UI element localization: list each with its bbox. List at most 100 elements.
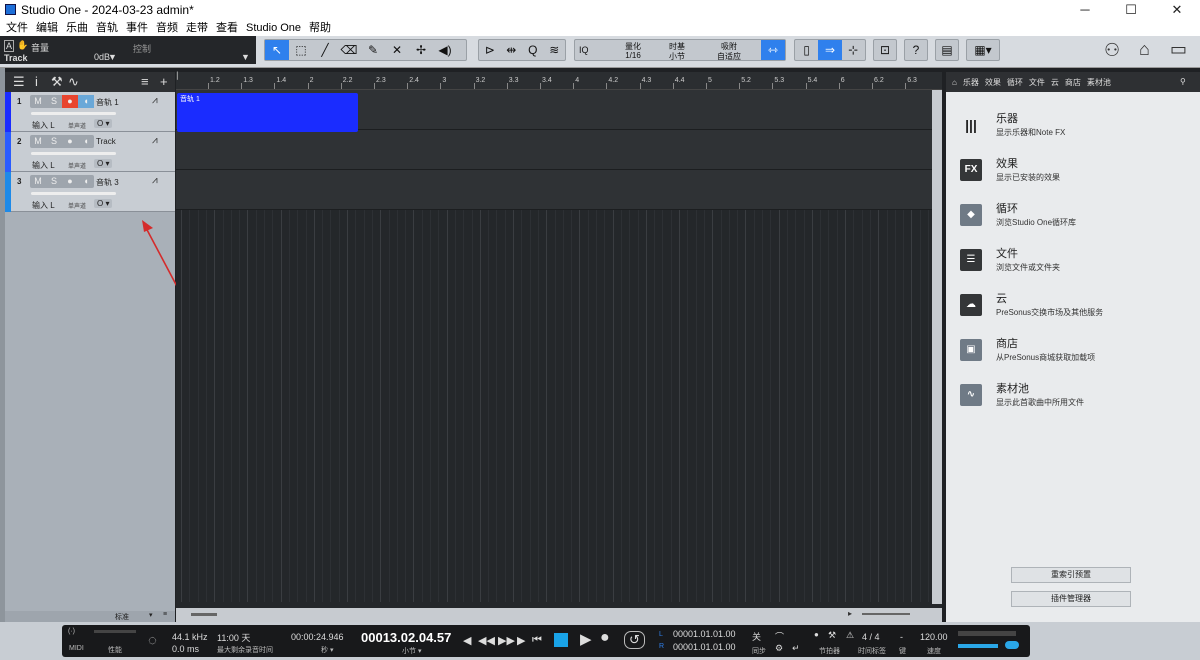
list-icon[interactable]: ≡ bbox=[141, 74, 149, 89]
paint-tool-icon[interactable]: ✎ bbox=[361, 40, 385, 60]
stretch-icon[interactable]: ⇹ bbox=[501, 40, 523, 60]
reindex-presets-button[interactable]: 重索引预置 bbox=[1011, 567, 1131, 583]
track-input[interactable]: 输入 L bbox=[32, 120, 55, 131]
eraser-tool-icon[interactable]: ⌫ bbox=[337, 40, 361, 60]
plugin-manager-button[interactable]: 插件管理器 bbox=[1011, 591, 1131, 607]
return-zero-button[interactable]: ⏮ bbox=[532, 634, 542, 647]
snap-value[interactable]: 自适应 bbox=[707, 51, 751, 62]
bars-display[interactable]: 00013.02.04.57 bbox=[361, 630, 451, 645]
track-name[interactable]: Track bbox=[96, 137, 116, 146]
track-channel-mode[interactable]: 单声道 bbox=[68, 161, 86, 170]
browser-item-shop[interactable]: ▣ 商店 从PreSonus商城获取加载项 bbox=[960, 335, 1190, 371]
view-mode-dropdown-icon[interactable]: ▾ bbox=[149, 611, 153, 619]
track-channel-mode[interactable]: 单声道 bbox=[68, 121, 86, 130]
play-button[interactable]: ▶ bbox=[580, 630, 592, 648]
home-icon[interactable]: ⌂ bbox=[1139, 39, 1150, 60]
waveform-icon[interactable]: ⩘ bbox=[152, 135, 158, 146]
tab-instruments[interactable]: 乐器 bbox=[963, 77, 979, 88]
quantize-value[interactable]: 1/16 bbox=[613, 51, 653, 60]
menu-view[interactable]: 查看 bbox=[216, 20, 238, 36]
loop-end-button[interactable]: ▶ bbox=[517, 634, 525, 647]
search-icon[interactable]: ⚲ bbox=[1180, 77, 1186, 86]
monitor-button[interactable]: ◖ bbox=[78, 95, 94, 108]
solo-button[interactable]: S bbox=[46, 135, 62, 148]
track-input[interactable]: 输入 L bbox=[32, 160, 55, 171]
metronome-dot-icon[interactable]: ● bbox=[814, 630, 819, 639]
record-arm-button[interactable]: ● bbox=[62, 135, 78, 148]
wrench-icon[interactable]: ⚒ bbox=[51, 74, 63, 90]
menu-audio[interactable]: 音频 bbox=[156, 20, 178, 36]
track-lane[interactable] bbox=[176, 170, 932, 210]
menu-edit[interactable]: 编辑 bbox=[36, 20, 58, 36]
key-value[interactable]: - bbox=[900, 632, 903, 642]
range-tool-icon[interactable]: ⬚ bbox=[289, 40, 313, 60]
tempo-value[interactable]: 120.00 bbox=[920, 632, 948, 642]
zoom-slider[interactable] bbox=[862, 613, 910, 615]
solo-button[interactable]: S bbox=[46, 95, 62, 108]
menu-event[interactable]: 事件 bbox=[126, 20, 148, 36]
user-icon[interactable]: ⚇ bbox=[1104, 40, 1120, 61]
browser-item-pool[interactable]: ∿ 素材池 显示此首歌曲中所用文件 bbox=[960, 380, 1190, 416]
browser-item-files[interactable]: ☰ 文件 浏览文件或文件夹 bbox=[960, 245, 1190, 281]
output-toggle[interactable] bbox=[1005, 641, 1019, 649]
track-row[interactable]: 1 M S ● ◖ 音轨 1 ⩘ 输入 L 单声道 O ▾ bbox=[5, 92, 175, 132]
mute-button[interactable]: M bbox=[30, 135, 46, 148]
bars-format[interactable]: 小节 ▾ bbox=[402, 646, 421, 656]
volume-slider[interactable] bbox=[31, 112, 116, 115]
sync-state[interactable]: 关 bbox=[752, 630, 761, 643]
record-arm-button[interactable]: ● bbox=[62, 175, 78, 188]
preroll-icon[interactable]: ↵ bbox=[792, 643, 800, 654]
groove-icon[interactable]: ≋ bbox=[544, 40, 566, 60]
time-signature[interactable]: 4 / 4 bbox=[862, 632, 880, 642]
menu-icon[interactable]: ☰ bbox=[13, 74, 25, 90]
track-output[interactable]: O ▾ bbox=[94, 159, 113, 168]
tab-loops[interactable]: 循环 bbox=[1007, 77, 1023, 88]
fast-forward-button[interactable]: ▶▶ bbox=[498, 634, 515, 647]
arrange-view[interactable]: 1.2 1.3 1.4 2 2.2 2.3 2.4 3 3.2 3.3 3.4 4 4.2 4.3 4.4 5… bbox=[176, 72, 942, 622]
audio-event[interactable]: 音轨 1 bbox=[177, 93, 358, 132]
track-lane[interactable] bbox=[176, 130, 932, 170]
playhead-marker-icon[interactable]: ▏ bbox=[177, 72, 182, 80]
footer-menu-icon[interactable]: ≡ bbox=[163, 611, 167, 618]
split-tool-icon[interactable]: ╱ bbox=[313, 40, 337, 60]
tab-files[interactable]: 文件 bbox=[1029, 77, 1045, 88]
waveform-icon[interactable]: ⩘ bbox=[152, 95, 158, 106]
menu-song[interactable]: 乐曲 bbox=[66, 20, 88, 36]
help-icon[interactable]: ? bbox=[905, 40, 927, 60]
scroll-thumb[interactable] bbox=[191, 613, 217, 616]
stop-button[interactable] bbox=[554, 633, 568, 647]
mute-tool-icon[interactable]: ✕ bbox=[385, 40, 409, 60]
arrow-tool-icon[interactable]: ↖ bbox=[265, 40, 289, 60]
marker-icon[interactable]: ⊳ bbox=[479, 40, 501, 60]
vertical-scrollbar[interactable] bbox=[932, 90, 942, 604]
fullscreen-icon[interactable]: ▭ bbox=[1170, 39, 1187, 60]
volume-slider[interactable] bbox=[31, 152, 116, 155]
tab-pool[interactable]: 素材池 bbox=[1087, 77, 1111, 88]
seconds-display[interactable]: 00:00:24.946 bbox=[291, 632, 344, 642]
tab-cloud[interactable]: 云 bbox=[1051, 77, 1059, 88]
track-channel-mode[interactable]: 单声道 bbox=[68, 201, 86, 210]
timeline-ruler[interactable]: 1.2 1.3 1.4 2 2.2 2.3 2.4 3 3.2 3.3 3.4 4 4.2 4.3 4.4 5… bbox=[176, 72, 942, 90]
solo-button[interactable]: S bbox=[46, 175, 62, 188]
mute-button[interactable]: M bbox=[30, 175, 46, 188]
snapshot-icon[interactable]: ⊡ bbox=[874, 40, 896, 60]
timebase-value[interactable]: 小节 bbox=[657, 51, 697, 62]
browser-item-instruments[interactable]: ||| 乐器 显示乐器和Note FX bbox=[960, 110, 1190, 146]
autoscroll-icon[interactable]: ⇒ bbox=[818, 40, 842, 60]
horizontal-scrollbar[interactable]: ▸ bbox=[176, 608, 942, 622]
browser-item-cloud[interactable]: ☁ 云 PreSonus交换市场及其他服务 bbox=[960, 290, 1190, 326]
gain-dropdown-icon[interactable]: ▼ bbox=[108, 52, 117, 62]
add-track-icon[interactable]: + bbox=[160, 74, 168, 89]
mute-button[interactable]: M bbox=[30, 95, 46, 108]
expand-dropdown-icon[interactable]: ▼ bbox=[241, 52, 250, 62]
record-button[interactable]: ● bbox=[600, 629, 610, 647]
settings-icon[interactable]: ⚙ bbox=[775, 643, 783, 654]
bend-tool-icon[interactable]: ✢ bbox=[409, 40, 433, 60]
track-name[interactable]: 音轨 3 bbox=[96, 177, 119, 188]
listen-tool-icon[interactable]: ◀) bbox=[433, 40, 457, 60]
menu-studio-one[interactable]: Studio One bbox=[246, 20, 301, 36]
track-output[interactable]: O ▾ bbox=[94, 199, 113, 208]
minimize-button[interactable]: ─ bbox=[1062, 0, 1108, 20]
loop-right-value[interactable]: 00001.01.01.00 bbox=[673, 642, 736, 652]
scroll-lock-icon[interactable]: ▯ bbox=[795, 40, 818, 60]
